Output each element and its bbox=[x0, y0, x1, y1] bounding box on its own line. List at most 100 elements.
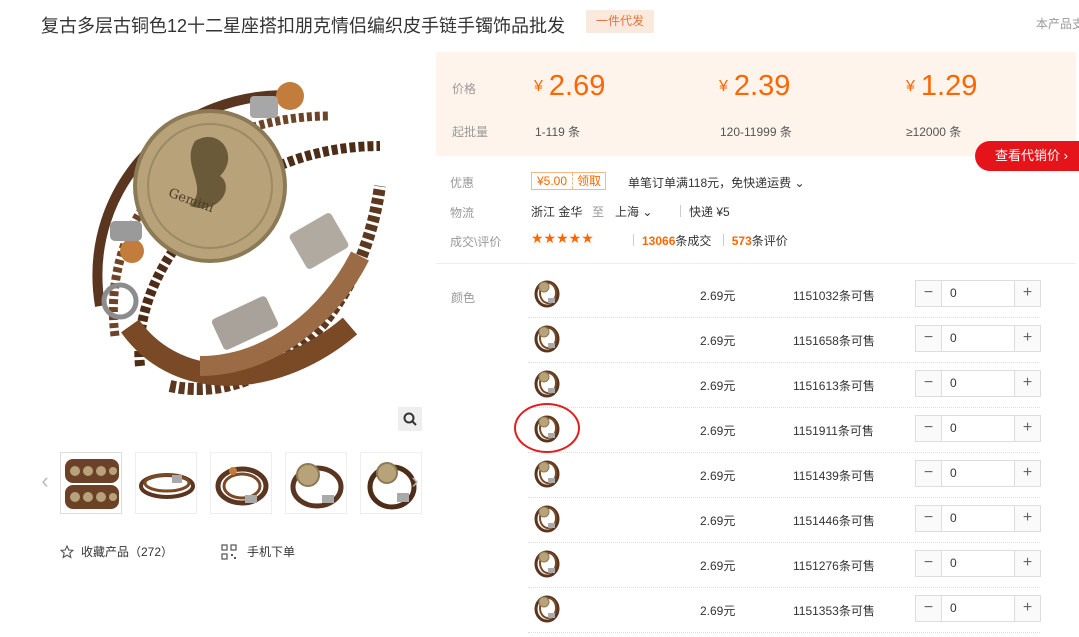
color-label: 颜色 bbox=[451, 291, 476, 305]
star-outline-icon bbox=[60, 544, 74, 559]
thumbnail-image bbox=[215, 466, 269, 506]
sku-thumbnail[interactable] bbox=[531, 322, 563, 354]
decrement-button[interactable]: − bbox=[916, 461, 942, 486]
thumbnail-image bbox=[65, 459, 119, 509]
thumbnail[interactable] bbox=[135, 452, 197, 514]
price-tier-3: ¥1.29 bbox=[906, 70, 977, 103]
sku-price: 2.69元 bbox=[700, 424, 736, 438]
sku-price: 2.69元 bbox=[700, 469, 736, 483]
thumbnail[interactable] bbox=[285, 452, 347, 514]
thumb-prev-arrow[interactable]: ‹ bbox=[38, 468, 52, 494]
main-product-image[interactable]: Gemini bbox=[60, 66, 422, 430]
decrement-button[interactable]: − bbox=[916, 551, 942, 576]
sku-thumbnail[interactable] bbox=[531, 277, 563, 309]
divider bbox=[633, 234, 634, 246]
sku-price: 2.69元 bbox=[700, 379, 736, 393]
reviews-count[interactable]: 573 bbox=[732, 234, 752, 248]
increment-button[interactable]: + bbox=[1014, 281, 1040, 306]
deals-count[interactable]: 13066 bbox=[642, 234, 675, 248]
sku-price: 2.69元 bbox=[700, 514, 736, 528]
decrement-button[interactable]: − bbox=[916, 371, 942, 396]
price-label: 价格 bbox=[452, 82, 477, 96]
decrement-button[interactable]: − bbox=[916, 416, 942, 441]
quantity-stepper: −0 + bbox=[915, 595, 1041, 622]
quantity-stepper: −0 + bbox=[915, 370, 1041, 397]
sku-price: 2.69元 bbox=[700, 559, 736, 573]
price-tier-2: ¥2.39 bbox=[719, 70, 790, 103]
logistics-label: 物流 bbox=[450, 206, 475, 220]
sku-stock: 1151911条可售 bbox=[793, 424, 874, 438]
bracelet-image: Gemini bbox=[90, 82, 410, 406]
ship-to-label: 至 bbox=[592, 205, 605, 219]
increment-button[interactable]: + bbox=[1014, 596, 1040, 621]
sku-row: 2.69元 1151446条可售 −0 + bbox=[528, 498, 1041, 543]
sku-thumbnail[interactable] bbox=[531, 592, 563, 624]
increment-button[interactable]: + bbox=[1014, 371, 1040, 396]
favorite-button[interactable]: 收藏产品（272） bbox=[60, 543, 173, 560]
promo-text[interactable]: 单笔订单满118元，免快递运费 ⌄ bbox=[628, 174, 805, 191]
sku-price: 2.69元 bbox=[700, 604, 736, 618]
quantity-input[interactable]: 0 bbox=[942, 596, 1014, 621]
currency-symbol: ¥ bbox=[534, 78, 543, 95]
quantity-stepper: −0 + bbox=[915, 460, 1041, 487]
increment-button[interactable]: + bbox=[1014, 551, 1040, 576]
deals-label: 成交\评价 bbox=[450, 235, 502, 249]
sku-thumbnail[interactable] bbox=[531, 547, 563, 579]
increment-button[interactable]: + bbox=[1014, 506, 1040, 531]
thumbnail-strip bbox=[60, 452, 422, 514]
bracelet-thumb-image bbox=[534, 505, 560, 533]
view-agent-price-button[interactable]: 查看代销价 › bbox=[975, 141, 1079, 171]
rating-stars: ★★★★★ bbox=[531, 230, 594, 246]
sku-thumbnail[interactable] bbox=[531, 367, 563, 399]
thumbnail-image bbox=[290, 463, 344, 509]
thumbnail[interactable] bbox=[60, 452, 122, 514]
bracelet-thumb-image bbox=[534, 280, 560, 308]
ship-destination-select[interactable]: 上海 ⌄ bbox=[615, 203, 652, 220]
thumb-next-arrow[interactable]: › bbox=[408, 468, 422, 494]
quantity-input[interactable]: 0 bbox=[942, 281, 1014, 306]
price-panel: 价格 起批量 ¥2.69 ¥2.39 ¥1.29 1-119 条 120-119… bbox=[436, 52, 1076, 156]
sku-row: 2.69元 1151613条可售 −0 + bbox=[528, 363, 1041, 408]
quantity-input[interactable]: 0 bbox=[942, 506, 1014, 531]
sku-stock: 1151353条可售 bbox=[793, 604, 875, 618]
quantity-input[interactable]: 0 bbox=[942, 326, 1014, 351]
sku-price: 2.69元 bbox=[700, 289, 736, 303]
quantity-input[interactable]: 0 bbox=[942, 551, 1014, 576]
section-divider bbox=[436, 263, 1076, 264]
ship-origin: 浙江 金华 bbox=[531, 205, 583, 219]
decrement-button[interactable]: − bbox=[916, 506, 942, 531]
quantity-stepper: −0 + bbox=[915, 325, 1041, 352]
coupon[interactable]: ¥5.00 领取 bbox=[531, 172, 607, 190]
header-right-text: 本产品支 bbox=[1036, 17, 1079, 31]
decrement-button[interactable]: − bbox=[916, 281, 942, 306]
bracelet-thumb-image bbox=[534, 595, 560, 623]
decrement-button[interactable]: − bbox=[916, 326, 942, 351]
shipping-fee: 快递 ¥5 bbox=[672, 203, 730, 220]
divider bbox=[722, 234, 724, 246]
quantity-input[interactable]: 0 bbox=[942, 416, 1014, 441]
increment-button[interactable]: + bbox=[1014, 461, 1040, 486]
mobile-order-button[interactable]: 手机下单 bbox=[221, 543, 295, 560]
coupon-amount: ¥5.00 bbox=[532, 173, 574, 189]
increment-button[interactable]: + bbox=[1014, 416, 1040, 441]
increment-button[interactable]: + bbox=[1014, 326, 1040, 351]
decrement-button[interactable]: − bbox=[916, 596, 942, 621]
zoom-button[interactable] bbox=[398, 407, 422, 431]
sku-thumbnail[interactable] bbox=[531, 457, 563, 489]
quantity-input[interactable]: 0 bbox=[942, 371, 1014, 396]
tier-range: ≥12000 条 bbox=[906, 125, 962, 139]
quantity-input[interactable]: 0 bbox=[942, 461, 1014, 486]
divider bbox=[680, 205, 681, 217]
thumbnail[interactable] bbox=[210, 452, 272, 514]
sku-price: 2.69元 bbox=[700, 334, 736, 348]
sku-thumbnail[interactable] bbox=[531, 502, 563, 534]
reviews-suffix: 条评价 bbox=[751, 234, 788, 248]
dropship-tag[interactable]: 一件代发 bbox=[586, 10, 654, 33]
sku-row: 2.69元 1151439条可售 −0 + bbox=[528, 453, 1041, 498]
bracelet-thumb-image bbox=[534, 460, 560, 488]
sku-stock: 1151032条可售 bbox=[793, 289, 875, 303]
coupon-claim-button[interactable]: 领取 bbox=[573, 173, 605, 189]
magnifier-icon bbox=[403, 412, 417, 426]
sku-row: 2.69元 1151911条可售 −0 + bbox=[528, 408, 1041, 453]
sku-stock: 1151658条可售 bbox=[793, 334, 875, 348]
